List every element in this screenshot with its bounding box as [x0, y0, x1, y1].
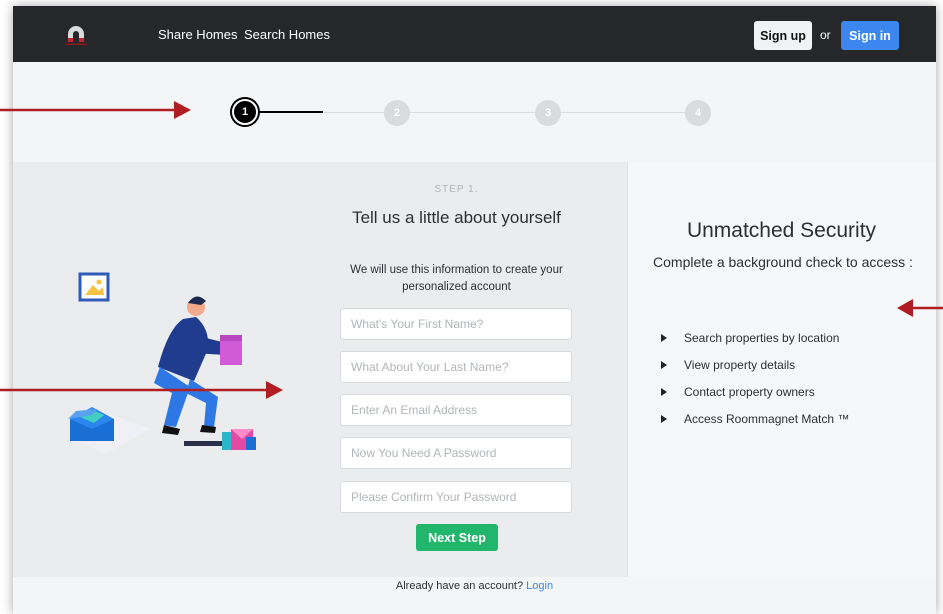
feature-item: View property details: [661, 351, 849, 378]
bullet-triangle-icon: [661, 360, 667, 369]
app-window: Share Homes Search Homes Sign up or Sign…: [13, 6, 936, 614]
login-prompt: Already have an account? Login: [13, 580, 936, 592]
logo-magnet-icon[interactable]: [65, 24, 87, 46]
nav-search-homes-link[interactable]: Search Homes: [244, 27, 330, 42]
step-4-indicator[interactable]: 4: [685, 100, 711, 126]
annotation-arrow-right-icon: [0, 381, 283, 399]
form-heading: Tell us a little about yourself: [352, 208, 561, 227]
password-input[interactable]: [340, 437, 572, 469]
stepper-line-active: [248, 111, 323, 113]
login-prompt-text: Already have an account?: [395, 580, 524, 592]
email-input[interactable]: [340, 394, 572, 426]
security-title: Unmatched Security: [686, 219, 877, 242]
login-link[interactable]: Login: [526, 580, 553, 592]
bullet-triangle-icon: [661, 387, 667, 396]
step-label: STEP 1.: [434, 184, 479, 195]
feature-item: Contact property owners: [661, 378, 849, 405]
stepper-line-inactive: [323, 112, 698, 113]
feature-label: Access Roommagnet Match ™: [684, 411, 850, 426]
last-name-input[interactable]: [340, 351, 572, 383]
bullet-triangle-icon: [661, 414, 667, 423]
sign-up-button[interactable]: Sign up: [754, 21, 812, 50]
feature-item: Access Roommagnet Match ™: [661, 405, 849, 432]
feature-label: Contact property owners: [684, 384, 815, 399]
annotation-arrow-right-icon: [0, 101, 191, 119]
step-3-indicator[interactable]: 3: [535, 100, 561, 126]
next-step-button[interactable]: Next Step: [416, 524, 498, 551]
bullet-triangle-icon: [661, 333, 667, 342]
confirm-password-input[interactable]: [340, 481, 572, 513]
feature-list: Search properties by location View prope…: [661, 324, 849, 432]
step-1-indicator[interactable]: 1: [232, 99, 258, 125]
navbar: Share Homes Search Homes Sign up or Sign…: [13, 6, 936, 62]
feature-label: Search properties by location: [684, 330, 840, 345]
person-packing-illustration: [68, 272, 256, 454]
first-name-input[interactable]: [340, 308, 572, 340]
or-separator: or: [820, 28, 831, 42]
sign-in-button[interactable]: Sign in: [841, 21, 899, 50]
feature-item: Search properties by location: [661, 324, 849, 351]
form-subtext: We will use this information to create y…: [350, 264, 563, 293]
feature-label: View property details: [684, 357, 796, 372]
annotation-arrow-left-icon: [897, 299, 943, 317]
nav-share-homes-link[interactable]: Share Homes: [158, 27, 237, 42]
security-subtitle: Complete a background check to access :: [653, 254, 913, 270]
step-2-indicator[interactable]: 2: [384, 100, 410, 126]
